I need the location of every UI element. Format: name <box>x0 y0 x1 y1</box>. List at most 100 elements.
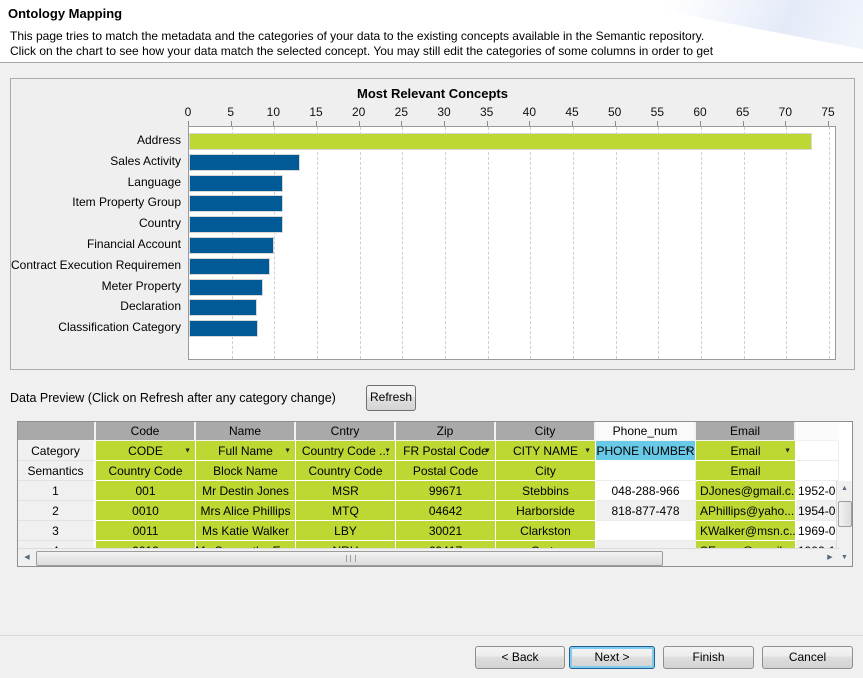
dropdown-arrow-icon[interactable]: ▼ <box>784 447 791 454</box>
x-tick-label: 25 <box>384 105 418 119</box>
cell-zip-row1[interactable]: 99671 <box>396 481 496 501</box>
column-header-name[interactable]: Name <box>196 422 296 441</box>
category-dropdown-email[interactable]: Email▼ <box>696 441 796 461</box>
x-tick-label: 10 <box>256 105 290 119</box>
category-dropdown-code[interactable]: CODE▼ <box>96 441 196 461</box>
refresh-button[interactable]: Refresh <box>366 385 416 411</box>
semantics-cell-num: Semantics <box>18 461 96 481</box>
concept-bar-declaration[interactable] <box>189 299 257 316</box>
category-dropdown-cntry[interactable]: Country Code ...▼ <box>296 441 396 461</box>
table-row-1[interactable]: 1001Mr Destin JonesMSR99671Stebbins048-2… <box>18 481 839 501</box>
concepts-chart[interactable]: Most Relevant Concepts 05101520253035404… <box>10 78 855 370</box>
category-dropdown-phone[interactable]: PHONE NUMBER▼ <box>596 441 696 461</box>
category-dropdown-num: Category <box>18 441 96 461</box>
gridline <box>786 127 787 359</box>
horizontal-scrollbar[interactable]: ◀ ▶ <box>18 548 839 566</box>
column-header-cntry[interactable]: Cntry <box>296 422 396 441</box>
bar-category-label: Country <box>11 213 181 234</box>
column-header-zip[interactable]: Zip <box>396 422 496 441</box>
chart-plot-area[interactable] <box>188 126 836 360</box>
x-tick-label: 30 <box>427 105 461 119</box>
cell-code-row1[interactable]: 001 <box>96 481 196 501</box>
cell-email-row2[interactable]: APhillips@yaho... <box>696 501 796 521</box>
bar-category-label: Sales Activity <box>11 151 181 172</box>
cell-email-row3[interactable]: KWalker@msn.c... <box>696 521 796 541</box>
cell-code-row2[interactable]: 0010 <box>96 501 196 521</box>
cell-cntry-row3[interactable]: LBY <box>296 521 396 541</box>
vertical-scrollbar-thumb[interactable] <box>838 501 852 527</box>
x-tick-label: 45 <box>555 105 589 119</box>
cell-email-row1[interactable]: DJones@gmail.c... <box>696 481 796 501</box>
data-preview-table[interactable]: CodeNameCntryZipCityPhone_numEmail Catego… <box>17 421 853 567</box>
scroll-up-icon[interactable]: ▲ <box>837 481 852 496</box>
semantics-cell-phone <box>596 461 696 481</box>
cell-name-row2[interactable]: Mrs Alice Phillips <box>196 501 296 521</box>
concept-bar-language[interactable] <box>189 175 283 192</box>
bar-category-label: Classification Category <box>11 317 181 338</box>
column-header-city[interactable]: City <box>496 422 596 441</box>
cell-city-row3[interactable]: Clarkston <box>496 521 596 541</box>
concept-bar-classification-category[interactable] <box>189 320 258 337</box>
column-header-phone[interactable]: Phone_num <box>596 422 696 441</box>
concept-bar-address[interactable] <box>189 133 812 150</box>
cancel-button[interactable]: Cancel <box>762 646 853 669</box>
semantics-cell-cntry: Country Code <box>296 461 396 481</box>
back-button[interactable]: < Back <box>475 646 565 669</box>
cell-cntry-row2[interactable]: MTQ <box>296 501 396 521</box>
dropdown-arrow-icon[interactable]: ▼ <box>284 447 291 454</box>
finish-button[interactable]: Finish <box>663 646 754 669</box>
dropdown-arrow-icon[interactable]: ▼ <box>684 447 691 454</box>
dropdown-arrow-icon[interactable]: ▼ <box>184 447 191 454</box>
bar-category-label: Language <box>11 172 181 193</box>
x-tick-label: 55 <box>640 105 674 119</box>
gridline <box>488 127 489 359</box>
dropdown-arrow-icon[interactable]: ▼ <box>584 447 591 454</box>
gridline <box>402 127 403 359</box>
cell-name-row3[interactable]: Ms Katie Walker <box>196 521 296 541</box>
x-tick-label: 5 <box>214 105 248 119</box>
x-tick-label: 60 <box>683 105 717 119</box>
concept-bar-item-property-group[interactable] <box>189 195 283 212</box>
table-row-2[interactable]: 20010Mrs Alice PhillipsMTQ04642Harborsid… <box>18 501 839 521</box>
category-dropdown-zip[interactable]: FR Postal Code▼ <box>396 441 496 461</box>
scroll-right-icon[interactable]: ▶ <box>823 550 837 565</box>
column-header-num[interactable] <box>18 422 96 441</box>
category-dropdown-extra <box>796 441 839 461</box>
scroll-left-icon[interactable]: ◀ <box>20 550 34 565</box>
cell-name-row1[interactable]: Mr Destin Jones <box>196 481 296 501</box>
table-row-3[interactable]: 30011Ms Katie WalkerLBY30021ClarkstonKWa… <box>18 521 839 541</box>
gridline <box>530 127 531 359</box>
next-button[interactable]: Next > <box>569 646 655 669</box>
cell-phone-row3 <box>596 521 696 541</box>
cell-cntry-row1[interactable]: MSR <box>296 481 396 501</box>
concept-bar-meter-property[interactable] <box>189 279 263 296</box>
concept-bar-contract-execution-requirement[interactable] <box>189 258 270 275</box>
category-dropdown-city[interactable]: CITY NAME▼ <box>496 441 596 461</box>
bar-category-label: Contract Execution Requirement <box>11 255 181 276</box>
column-header-email[interactable]: Email <box>696 422 796 441</box>
x-tick-label: 75 <box>811 105 845 119</box>
gridline <box>701 127 702 359</box>
column-header-extra[interactable] <box>796 422 839 441</box>
semantics-row: SemanticsCountry CodeBlock NameCountry C… <box>18 461 839 481</box>
cell-zip-row3[interactable]: 30021 <box>396 521 496 541</box>
cell-phone-row1: 048-288-966 <box>596 481 696 501</box>
gridline <box>658 127 659 359</box>
concept-bar-financial-account[interactable] <box>189 237 274 254</box>
gridline <box>573 127 574 359</box>
scroll-down-icon[interactable]: ▼ <box>837 550 852 565</box>
cell-zip-row2[interactable]: 04642 <box>396 501 496 521</box>
semantics-cell-extra <box>796 461 839 481</box>
concept-bar-sales-activity[interactable] <box>189 154 300 171</box>
column-header-code[interactable]: Code <box>96 422 196 441</box>
concept-bar-country[interactable] <box>189 216 283 233</box>
cell-extra-row1: 1952-0 <box>796 481 839 501</box>
horizontal-scrollbar-thumb[interactable] <box>36 551 663 566</box>
gridline <box>744 127 745 359</box>
cell-city-row2[interactable]: Harborside <box>496 501 596 521</box>
cell-city-row1[interactable]: Stebbins <box>496 481 596 501</box>
dropdown-arrow-icon[interactable]: ▼ <box>384 447 391 454</box>
cell-code-row3[interactable]: 0011 <box>96 521 196 541</box>
dropdown-arrow-icon[interactable]: ▼ <box>484 447 491 454</box>
category-dropdown-name[interactable]: Full Name▼ <box>196 441 296 461</box>
